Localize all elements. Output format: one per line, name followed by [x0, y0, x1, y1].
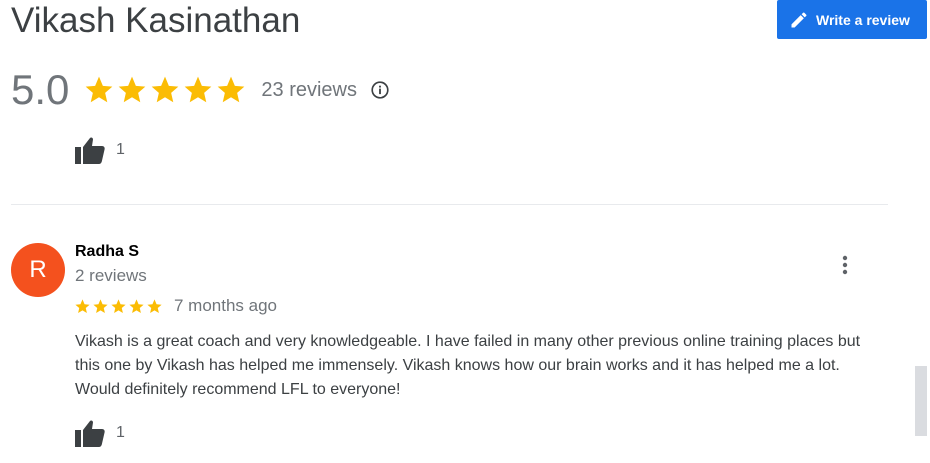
like-count: 1	[116, 141, 125, 158]
review-divider	[11, 204, 888, 205]
star-icon	[152, 76, 179, 103]
previous-review-like: 1	[74, 135, 125, 165]
review-like: 1	[74, 418, 125, 448]
pencil-icon	[789, 10, 809, 30]
review-text: Vikash is a great coach and very knowled…	[75, 333, 861, 398]
star-icon	[93, 298, 108, 313]
scrollbar-thumb[interactable]	[915, 366, 927, 436]
thumbs-up-icon[interactable]	[74, 135, 106, 165]
business-name: Vikash Kasinathan	[11, 1, 301, 40]
review-stars	[74, 298, 163, 315]
reviewer-review-count: 2 reviews	[75, 266, 147, 285]
rating-score: 5.0	[11, 66, 70, 113]
write-review-label: Write a review	[816, 11, 910, 28]
star-icon	[129, 298, 144, 313]
star-icon	[218, 76, 245, 103]
more-options-icon[interactable]	[834, 252, 856, 278]
reviews-panel: Vikash Kasinathan Write a review 5.0 23 …	[0, 0, 930, 463]
review-date: 7 months ago	[174, 296, 278, 315]
star-icon	[75, 298, 90, 313]
reviewer-name[interactable]: Radha S	[75, 243, 139, 261]
total-review-count: 23 reviews	[261, 78, 357, 101]
star-icon	[119, 76, 146, 103]
avatar[interactable]: R	[11, 243, 65, 297]
review-rating: 7 months ago	[74, 296, 277, 316]
star-icon	[185, 76, 212, 103]
star-icon	[86, 76, 113, 103]
thumbs-up-icon[interactable]	[74, 418, 106, 448]
rating-summary: 5.0 23 reviews	[11, 64, 391, 116]
like-count: 1	[116, 424, 125, 441]
star-icon	[147, 298, 162, 313]
rating-stars	[83, 74, 247, 106]
info-icon[interactable]	[369, 79, 391, 101]
star-icon	[111, 298, 126, 313]
write-review-button[interactable]: Write a review	[777, 0, 927, 39]
